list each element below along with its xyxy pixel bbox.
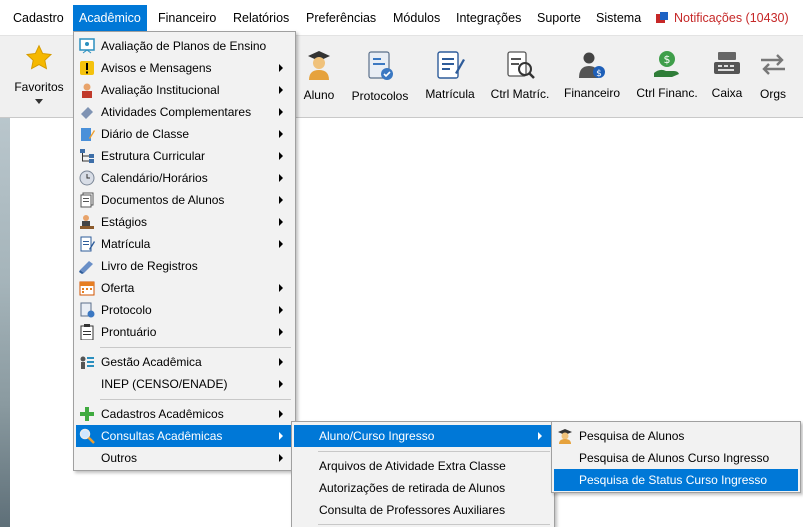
menu-separator bbox=[100, 399, 291, 400]
menu-item-arquivos-atividade[interactable]: Arquivos de Atividade Extra Classe bbox=[294, 455, 552, 477]
hand-money-icon: $ bbox=[654, 51, 679, 77]
menu-item-estrutura-curricular[interactable]: Estrutura Curricular bbox=[76, 145, 293, 167]
worker-desk-icon bbox=[80, 215, 94, 229]
consultas-academicas-submenu: Aluno/Curso Ingresso Arquivos de Ativida… bbox=[291, 421, 555, 527]
menu-separator bbox=[100, 347, 291, 348]
menu-sistema[interactable]: Sistema bbox=[590, 5, 647, 31]
menu-cadastro[interactable]: Cadastro bbox=[7, 5, 70, 31]
warning-note-icon bbox=[80, 61, 94, 75]
menu-separator bbox=[318, 524, 550, 525]
menu-item-outros[interactable]: Outros bbox=[76, 447, 293, 469]
toolbar-matricula-button[interactable]: Matrícula bbox=[420, 36, 480, 118]
student-icon bbox=[308, 51, 330, 80]
menu-preferencias[interactable]: Preferências bbox=[300, 5, 382, 31]
notification-icon bbox=[656, 12, 668, 23]
menu-integracoes[interactable]: Integrações bbox=[450, 5, 527, 31]
cash-register-icon bbox=[714, 52, 740, 74]
toolbar-favoritos-button[interactable]: Favoritos bbox=[6, 36, 72, 118]
menu-financeiro[interactable]: Financeiro bbox=[152, 5, 222, 31]
person-clipboard-icon bbox=[82, 83, 92, 98]
menu-item-protocolo[interactable]: Protocolo bbox=[76, 299, 293, 321]
menu-item-inep[interactable]: INEP (CENSO/ENADE) bbox=[76, 373, 293, 395]
menu-item-pesquisa-status-curso-ingresso[interactable]: Pesquisa de Status Curso Ingresso bbox=[554, 469, 798, 491]
eraser-icon bbox=[81, 107, 93, 119]
plus-icon bbox=[80, 407, 94, 421]
book-pen-icon bbox=[79, 261, 93, 274]
academico-menu: Avaliação de Planos de Ensino Avisos e M… bbox=[73, 31, 296, 471]
menu-item-avaliacao-planos[interactable]: Avaliação de Planos de Ensino bbox=[76, 35, 293, 57]
menu-item-avisos-mensagens[interactable]: Avisos e Mensagens bbox=[76, 57, 293, 79]
clipboard-icon bbox=[80, 324, 94, 340]
menu-item-avaliacao-institucional[interactable]: Avaliação Institucional bbox=[76, 79, 293, 101]
document-check-icon bbox=[368, 51, 393, 80]
menu-item-autorizacoes-retirada[interactable]: Autorizações de retirada de Alunos bbox=[294, 477, 552, 499]
arrows-exchange-icon bbox=[761, 54, 785, 75]
toolbar-orgs-button[interactable]: Orgs bbox=[754, 36, 792, 118]
notifications-link[interactable]: Notificações (10430) bbox=[656, 5, 789, 31]
chevron-down-icon bbox=[35, 99, 43, 104]
menu-item-livro-registros[interactable]: Livro de Registros bbox=[76, 255, 293, 277]
clock-calendar-icon bbox=[79, 170, 95, 186]
aluno-curso-ingresso-submenu: Pesquisa de Alunos Pesquisa de Alunos Cu… bbox=[551, 421, 801, 493]
document-edit-icon bbox=[437, 51, 465, 79]
menu-item-pesquisa-alunos-curso-ingresso[interactable]: Pesquisa de Alunos Curso Ingresso bbox=[554, 447, 798, 469]
menu-suporte[interactable]: Suporte bbox=[531, 5, 587, 31]
menu-item-calendario-horarios[interactable]: Calendário/Horários bbox=[76, 167, 293, 189]
menu-item-cadastros-academicos[interactable]: Cadastros Acadêmicos bbox=[76, 403, 293, 425]
magnifier-icon bbox=[79, 428, 95, 444]
menu-item-estagios[interactable]: Estágios bbox=[76, 211, 293, 233]
calendar-icon bbox=[79, 281, 95, 296]
document-pen-icon bbox=[80, 236, 95, 252]
menu-separator bbox=[318, 451, 550, 452]
desktop-background-strip bbox=[0, 118, 10, 527]
menu-item-oferta[interactable]: Oferta bbox=[76, 277, 293, 299]
menu-item-pesquisa-alunos[interactable]: Pesquisa de Alunos bbox=[554, 425, 798, 447]
menu-item-atividades-complementares[interactable]: Atividades Complementares bbox=[76, 101, 293, 123]
menu-item-documentos-alunos[interactable]: Documentos de Alunos bbox=[76, 189, 293, 211]
document-check-icon bbox=[80, 302, 95, 318]
toolbar-aluno-button[interactable]: Aluno bbox=[298, 36, 340, 118]
menu-item-diario-classe[interactable]: Diário de Classe bbox=[76, 123, 293, 145]
menu-item-consultas-academicas[interactable]: Consultas Acadêmicas bbox=[76, 425, 293, 447]
presentation-board-icon bbox=[79, 38, 95, 54]
toolbar-ctrl-matric-button[interactable]: Ctrl Matríc. bbox=[486, 36, 554, 118]
svg-text:$: $ bbox=[596, 69, 602, 79]
hierarchy-icon bbox=[80, 149, 94, 163]
toolbar-ctrl-financ-button[interactable]: $ Ctrl Financ. bbox=[632, 36, 702, 118]
user-money-icon: $ bbox=[579, 52, 605, 79]
toolbar-financeiro-button[interactable]: $ Financeiro bbox=[560, 36, 624, 118]
toolbar-protocolos-button[interactable]: Protocolos bbox=[346, 36, 414, 118]
menu-item-aluno-curso-ingresso[interactable]: Aluno/Curso Ingresso bbox=[294, 425, 552, 447]
menu-relatorios[interactable]: Relatórios bbox=[227, 5, 295, 31]
student-icon bbox=[558, 429, 572, 444]
menu-modulos[interactable]: Módulos bbox=[387, 5, 446, 31]
people-management-icon bbox=[80, 356, 94, 369]
svg-text:$: $ bbox=[664, 53, 671, 66]
diary-pencil-icon bbox=[81, 128, 95, 141]
documents-icon bbox=[80, 192, 94, 208]
menu-academico[interactable]: Acadêmico bbox=[73, 5, 147, 31]
menu-item-prontuario[interactable]: Prontuário bbox=[76, 321, 293, 343]
document-search-icon bbox=[507, 51, 535, 79]
menu-item-gestao-academica[interactable]: Gestão Acadêmica bbox=[76, 351, 293, 373]
menu-item-consulta-professores[interactable]: Consulta de Professores Auxiliares bbox=[294, 499, 552, 521]
menu-item-matricula[interactable]: Matrícula bbox=[76, 233, 293, 255]
star-icon bbox=[25, 44, 53, 70]
toolbar-caixa-button[interactable]: Caixa bbox=[708, 36, 746, 118]
